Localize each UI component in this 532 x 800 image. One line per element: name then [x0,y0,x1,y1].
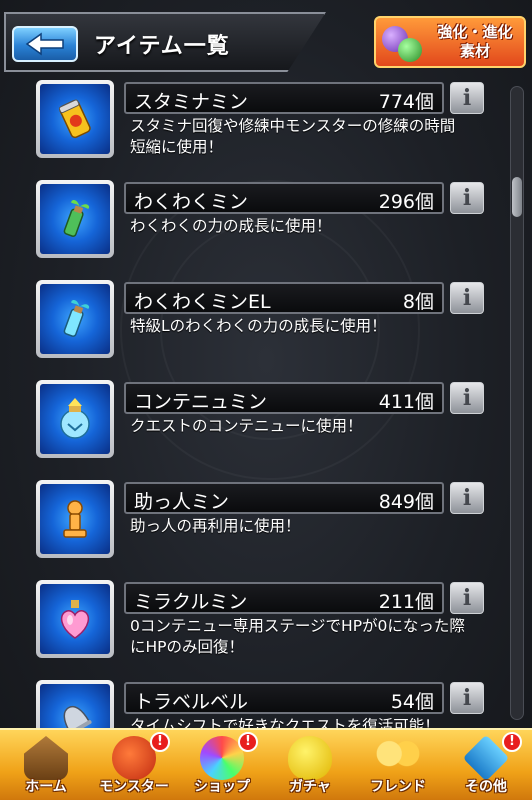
item-icon-frame [36,80,114,158]
nav-shop[interactable]: ショップ ! [178,730,266,800]
item-count: 8個 [402,291,434,313]
info-button[interactable]: i [450,82,484,114]
scrollbar[interactable] [510,86,524,720]
info-icon: i [462,385,472,411]
item-icon-frame [36,480,114,558]
list-item[interactable]: トラベルベル 54個 i タイムシフトで好きなクエストを復活可能！ [0,678,504,728]
list-item[interactable]: コンテニュミン 411個 i クエストのコンテニューに使用！ [0,378,504,478]
list-item[interactable]: わくわくミンEL 8個 i 特級Lのわくわくの力の成長に使用！ [0,278,504,378]
stamina-can-icon [58,99,91,139]
nav-gacha[interactable]: ガチャ [266,730,354,800]
item-name-bar: スタミナミン 774個 [124,82,444,114]
house-icon [24,736,68,780]
nav-label: ガチャ [289,779,331,795]
item-icon-frame [36,280,114,358]
bell-icon [63,705,92,728]
item-name-bar: トラベルベル 54個 [124,682,444,714]
item-name: わくわくミンEL [134,291,271,313]
info-button[interactable]: i [450,382,484,414]
item-count: 296個 [378,191,434,213]
info-icon: i [462,185,472,211]
nav-label: その他 [465,779,507,795]
item-count: 774個 [378,91,434,113]
info-icon: i [462,285,472,311]
nav-label: ショップ [194,779,250,795]
item-name: わくわくミン [134,191,249,213]
evolve-materials-label: 強化・進化 素材 [437,23,513,60]
item-name: ミラクルミン [134,591,248,613]
item-description: 助っ人の再利用に使用！ [130,517,301,535]
page-title: アイテム一覧 [94,34,230,59]
helper-pawn-icon [63,500,87,538]
heart-potion-icon [60,600,90,639]
info-button[interactable]: i [450,482,484,514]
scrollbar-thumb[interactable] [512,177,522,217]
item-name: トラベルベル [134,691,249,713]
item-icon-frame [36,680,114,728]
evolve-materials-button[interactable]: 強化・進化 素材 [374,16,526,68]
info-button[interactable]: i [450,182,484,214]
item-name-bar: コンテニュミン 411個 [124,382,444,414]
back-arrow-icon [25,32,64,56]
item-name-bar: 助っ人ミン 849個 [124,482,444,514]
item-icon-frame [36,180,114,258]
friends-icon [376,736,420,780]
item-description: タイムシフトで好きなクエストを復活可能！ [130,717,440,728]
item-icon-frame [36,380,114,458]
item-list[interactable]: スタミナミン 774個 i スタミナ回復や修練中モンスターの修練の時間短縮に使用… [0,78,504,728]
materials-orb-icon [378,20,426,64]
nav-label: ホーム [25,779,67,795]
sprout-bottle-el-icon [63,300,90,337]
alert-badge: ! [150,732,170,752]
item-count: 211個 [378,591,434,613]
item-name-bar: わくわくミンEL 8個 [124,282,444,314]
item-icon-frame [36,580,114,658]
info-button[interactable]: i [450,682,484,714]
item-name: コンテニュミン [134,391,268,413]
list-item[interactable]: 助っ人ミン 849個 i 助っ人の再利用に使用！ [0,478,504,578]
gacha-egg-icon [288,736,332,780]
info-button[interactable]: i [450,282,484,314]
list-item[interactable]: わくわくミン 296個 i わくわくの力の成長に使用！ [0,178,504,278]
item-name: 助っ人ミン [134,491,230,513]
item-description: 特級Lのわくわくの力の成長に使用！ [130,317,387,335]
item-count: 411個 [378,391,434,413]
item-count: 54個 [390,691,434,713]
alert-badge: ! [238,732,258,752]
bottom-nav: ホーム モンスター ! ショップ ! ガチャ フレンド その他 ! [0,728,532,800]
nav-friend[interactable]: フレンド [354,730,442,800]
nav-other[interactable]: その他 ! [442,730,530,800]
back-button[interactable] [12,26,78,62]
nav-home[interactable]: ホーム [2,730,90,800]
alert-badge: ! [502,732,522,752]
item-description: わくわくの力の成長に使用！ [130,217,332,235]
sprout-bottle-icon [63,200,90,237]
item-description: スタミナ回復や修練中モンスターの修練の時間短縮に使用！ [130,117,456,156]
item-count: 849個 [378,491,434,513]
nav-monster[interactable]: モンスター ! [90,730,178,800]
continue-jar-icon [60,398,90,439]
list-item[interactable]: スタミナミン 774個 i スタミナ回復や修練中モンスターの修練の時間短縮に使用… [0,78,504,178]
list-item[interactable]: ミラクルミン 211個 i 0コンテニュー専用ステージでHPが0になった際にHP… [0,578,504,678]
item-name-bar: ミラクルミン 211個 [124,582,444,614]
item-name: スタミナミン [134,91,249,113]
info-icon: i [462,485,472,511]
item-description: 0コンテニュー専用ステージでHPが0になった際にHPのみ回復！ [130,617,465,656]
info-icon: i [462,685,472,711]
header: アイテム一覧 強化・進化 素材 [0,0,532,78]
info-icon: i [462,585,472,611]
info-button[interactable]: i [450,582,484,614]
item-description: クエストのコンテニューに使用！ [130,417,363,435]
nav-label: モンスター [99,779,169,795]
nav-label: フレンド [370,779,426,795]
item-name-bar: わくわくミン 296個 [124,182,444,214]
info-icon: i [462,85,472,111]
